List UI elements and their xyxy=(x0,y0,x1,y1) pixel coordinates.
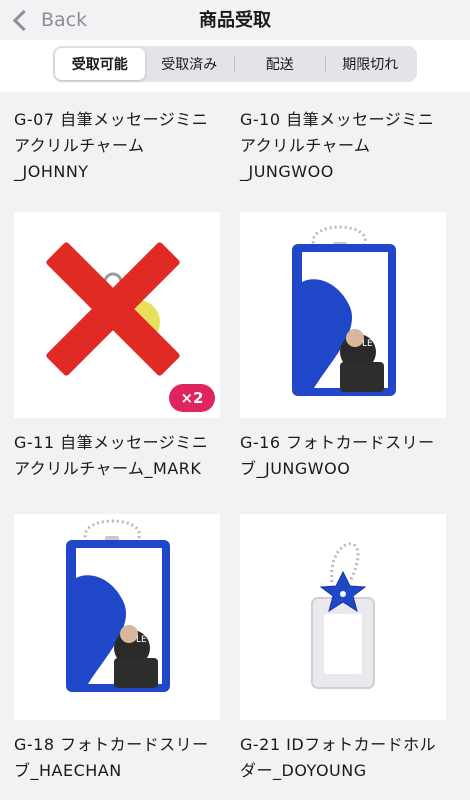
id-card-holder-image xyxy=(311,542,375,689)
caption-line: ブ_JUNGWOO xyxy=(240,459,351,478)
item-card-g16[interactable]: LE xyxy=(240,212,446,418)
item-caption-g18[interactable]: G-18 フォトカードスリー ブ_HAECHAN xyxy=(14,732,229,784)
tab-shipping[interactable]: 配送 xyxy=(235,48,325,80)
tab-received[interactable]: 受取済み xyxy=(145,48,235,80)
photocard-sleeve-image: LE xyxy=(66,519,170,692)
item-card-g11[interactable]: ×2 xyxy=(14,212,220,418)
caption-line: _JOHNNY xyxy=(14,162,89,181)
caption-line: アクリルチャーム xyxy=(240,136,371,155)
item-caption-g21[interactable]: G-21 IDフォトカードホル ダー_DOYOUNG xyxy=(240,732,455,784)
svg-text:LE: LE xyxy=(362,339,373,349)
caption-line: G-07 自筆メッセージミニ xyxy=(14,110,209,129)
caption-line: G-11 自筆メッセージミニ xyxy=(14,433,209,452)
segmented-control: 受取可能 受取済み 配送 期限切れ xyxy=(53,46,417,82)
caption-line: _JUNGWOO xyxy=(240,162,334,181)
caption-line: G-10 自筆メッセージミニ xyxy=(240,110,435,129)
nav-bar: Back 商品受取 xyxy=(0,0,470,40)
tab-bar: 受取可能 受取済み 配送 期限切れ xyxy=(0,40,470,92)
caption-line: G-16 フォトカードスリー xyxy=(240,433,435,452)
page-title: 商品受取 xyxy=(199,10,271,31)
caption-line: ダー_DOYOUNG xyxy=(240,761,367,780)
caption-line: G-18 フォトカードスリー xyxy=(14,735,209,754)
cross-out-icon xyxy=(46,242,180,376)
caption-line: アクリルチャーム_MARK xyxy=(14,459,202,478)
caption-line: G-21 IDフォトカードホル xyxy=(240,735,437,754)
item-caption-g10[interactable]: G-10 自筆メッセージミニ アクリルチャーム _JUNGWOO xyxy=(240,107,455,185)
item-caption-g11[interactable]: G-11 自筆メッセージミニ アクリルチャーム_MARK xyxy=(14,430,229,482)
caption-line: アクリルチャーム xyxy=(14,136,145,155)
tab-expired[interactable]: 期限切れ xyxy=(326,48,416,80)
item-caption-g07[interactable]: G-07 自筆メッセージミニ アクリルチャーム _JOHNNY xyxy=(14,107,229,185)
tab-available[interactable]: 受取可能 xyxy=(55,48,145,80)
item-card-g21[interactable] xyxy=(240,514,446,720)
caption-line: ブ_HAECHAN xyxy=(14,761,122,780)
item-caption-g16[interactable]: G-16 フォトカードスリー ブ_JUNGWOO xyxy=(240,430,455,482)
photocard-sleeve-image: LE xyxy=(292,225,396,396)
quantity-badge: ×2 xyxy=(169,384,215,412)
item-card-g18[interactable]: LE xyxy=(14,514,220,720)
svg-text:LE: LE xyxy=(136,635,147,645)
